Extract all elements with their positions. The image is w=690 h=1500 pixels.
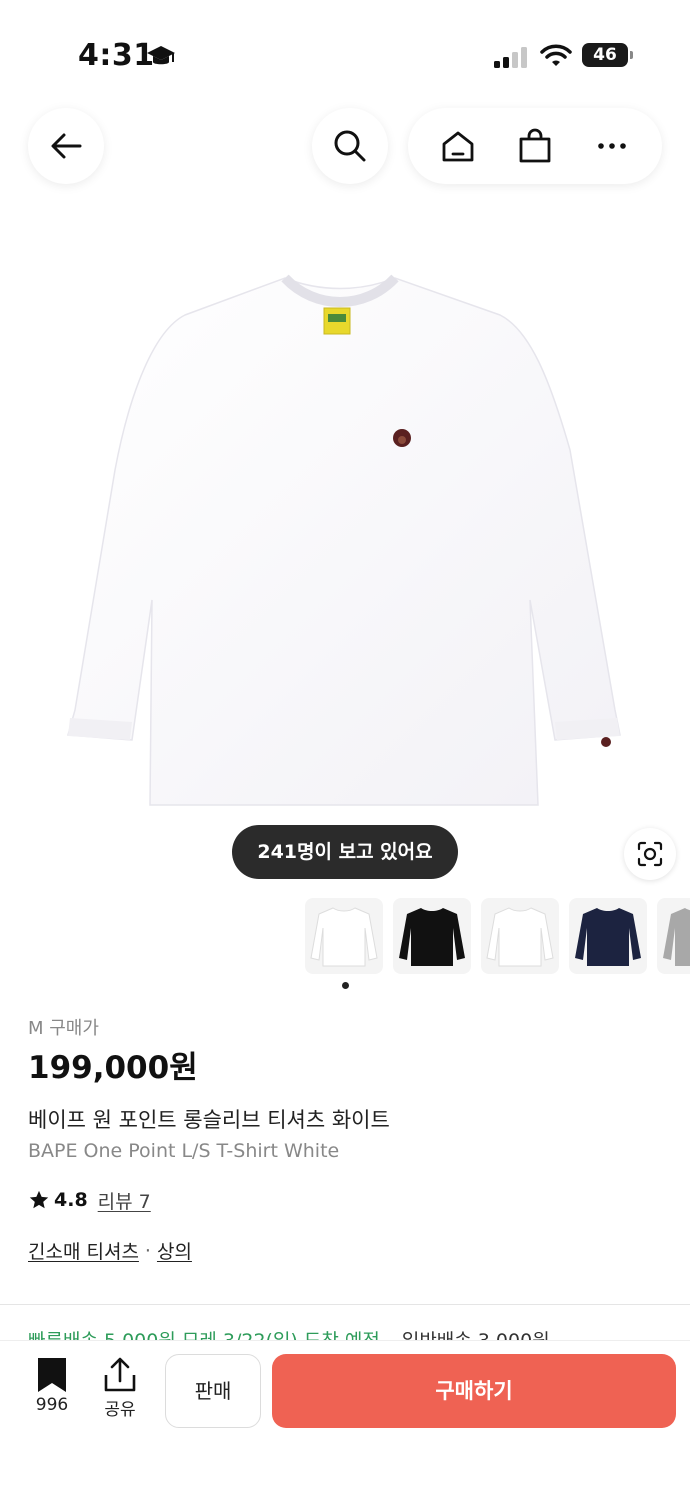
- search-icon: [334, 130, 366, 162]
- share-label: 공유: [104, 1400, 136, 1420]
- share-button[interactable]: [100, 1357, 140, 1397]
- thumbnail-white[interactable]: [305, 898, 383, 974]
- shipping-row[interactable]: 빠른배송 5,000원 모레 3/22(일) 도착 예정 일반배송 3,000원: [28, 1326, 690, 1340]
- thumbnail-grey[interactable]: [657, 898, 690, 974]
- bookmark-button[interactable]: [30, 1357, 74, 1397]
- shopping-bag-button[interactable]: [508, 119, 562, 173]
- back-button[interactable]: [28, 108, 104, 184]
- rating-value: 4.8: [54, 1189, 88, 1211]
- search-button[interactable]: [312, 108, 388, 184]
- more-icon: [597, 143, 626, 149]
- thumbnail-white-alt[interactable]: [481, 898, 559, 974]
- image-search-button[interactable]: [624, 828, 676, 880]
- status-bar: 4:31 46: [0, 0, 690, 110]
- thumbnail-navy[interactable]: [569, 898, 647, 974]
- home-button[interactable]: [431, 119, 485, 173]
- battery-indicator: 46: [582, 43, 633, 67]
- signal-icon: [494, 47, 527, 68]
- viewers-badge: 241명이 보고 있어요: [232, 825, 458, 879]
- status-time: 4:31: [78, 38, 155, 73]
- category-link-long-sleeve[interactable]: 긴소매 티셔츠: [28, 1237, 139, 1264]
- category-row: 긴소매 티셔츠 · 상의: [28, 1237, 192, 1264]
- graduation-cap-icon: [147, 46, 175, 65]
- category-link-tops[interactable]: 상의: [157, 1237, 192, 1264]
- bookmark-icon: [38, 1358, 66, 1392]
- buy-button[interactable]: 구매하기: [272, 1354, 676, 1428]
- bookmark-count: 996: [35, 1395, 69, 1415]
- category-separator: ·: [144, 1239, 151, 1262]
- shopping-bag-icon: [519, 128, 551, 163]
- normal-shipping-text: 일반배송 3,000원: [402, 1326, 550, 1340]
- product-image: [67, 274, 621, 806]
- bottom-action-bar: 996 공유 판매 구매하기: [0, 1340, 690, 1500]
- nav-action-group: [408, 108, 662, 184]
- thumbnail-black[interactable]: [393, 898, 471, 974]
- product-name-korean: 베이프 원 포인트 롱슬리브 티셔츠 화이트: [28, 1108, 390, 1132]
- share-icon: [104, 1357, 136, 1392]
- lens-icon: [637, 841, 663, 867]
- more-button[interactable]: [585, 119, 639, 173]
- wifi-icon: [540, 44, 572, 66]
- home-icon: [442, 131, 474, 162]
- price: 199,000원: [28, 1050, 198, 1086]
- size-price-label: M 구매가: [28, 1018, 99, 1039]
- section-divider: [0, 1304, 690, 1305]
- review-link[interactable]: 리뷰 7: [98, 1187, 151, 1214]
- sell-button[interactable]: 판매: [165, 1354, 261, 1428]
- carousel-indicator: [342, 982, 349, 989]
- back-arrow-icon: [51, 133, 82, 159]
- product-name-english: BAPE One Point L/S T-Shirt White: [28, 1140, 340, 1162]
- rating-row: 4.8 리뷰 7: [28, 1186, 151, 1214]
- thumbnail-strip: [305, 898, 690, 974]
- star-icon: [29, 1190, 49, 1209]
- fast-shipping-text: 빠른배송 5,000원 모레 3/22(일) 도착 예정: [28, 1326, 380, 1340]
